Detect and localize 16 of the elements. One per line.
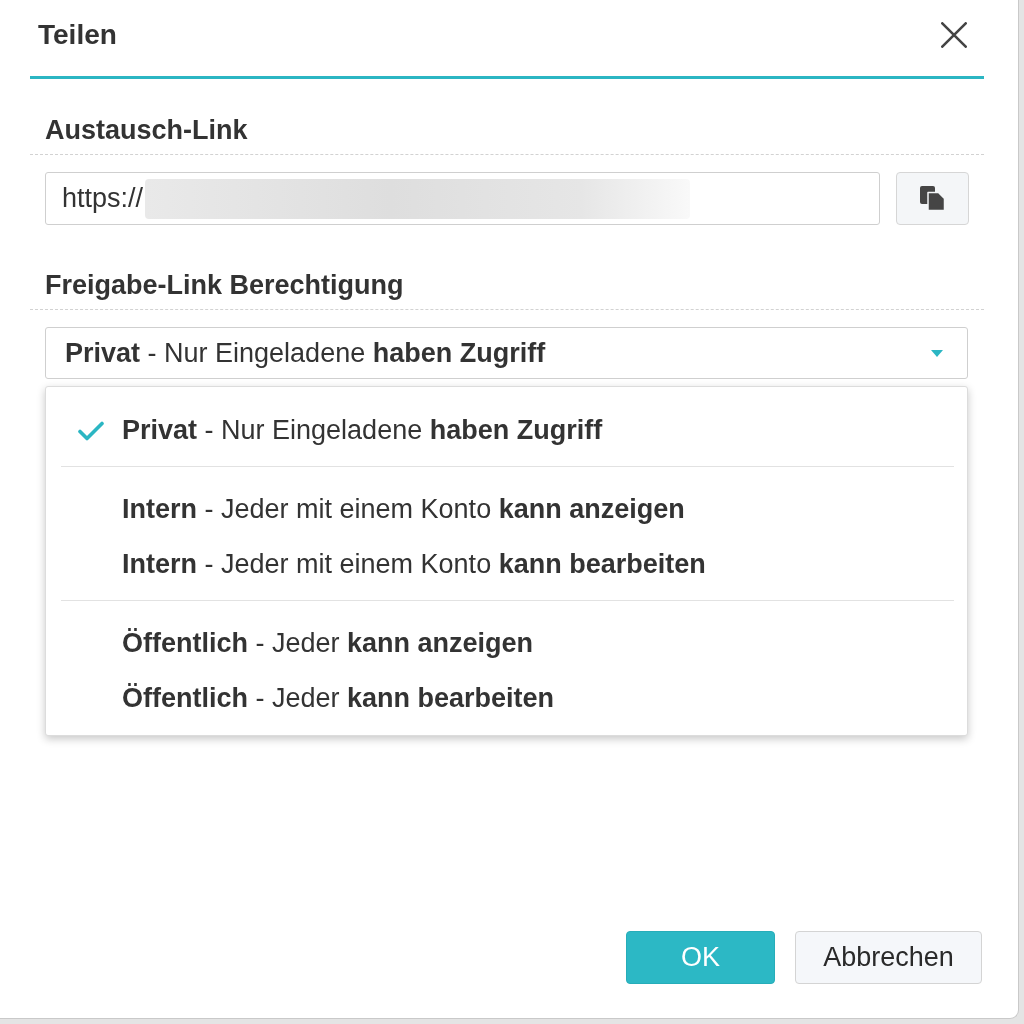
menu-item[interactable]: Intern - Jeder mit einem Konto kann anzeigen	[61, 482, 954, 537]
section-heading: Freigabe-Link Berechtigung	[45, 270, 404, 301]
section-heading: Austausch-Link	[45, 115, 248, 146]
menu-item[interactable]: Privat - Nur Eingeladene haben Zugriff	[61, 403, 954, 458]
copy-button[interactable]	[896, 172, 969, 225]
link-field[interactable]: https://	[45, 172, 880, 225]
dialog-title: Teilen	[38, 19, 117, 51]
menu-item[interactable]: Intern - Jeder mit einem Konto kann bearbeiten	[61, 537, 954, 592]
close-icon	[941, 22, 967, 48]
cancel-button[interactable]: Abbrechen	[795, 931, 982, 984]
caret-icon	[931, 349, 943, 357]
menu-item[interactable]: Öffentlich - Jeder kann anzeigen	[61, 616, 954, 671]
menu-item[interactable]: Öffentlich - Jeder kann bearbeiten	[61, 671, 954, 726]
permission-select[interactable]: Privat - Nur Eingeladene haben Zugriff	[45, 327, 968, 379]
copy-icon	[920, 186, 945, 211]
close-button[interactable]	[941, 22, 967, 48]
